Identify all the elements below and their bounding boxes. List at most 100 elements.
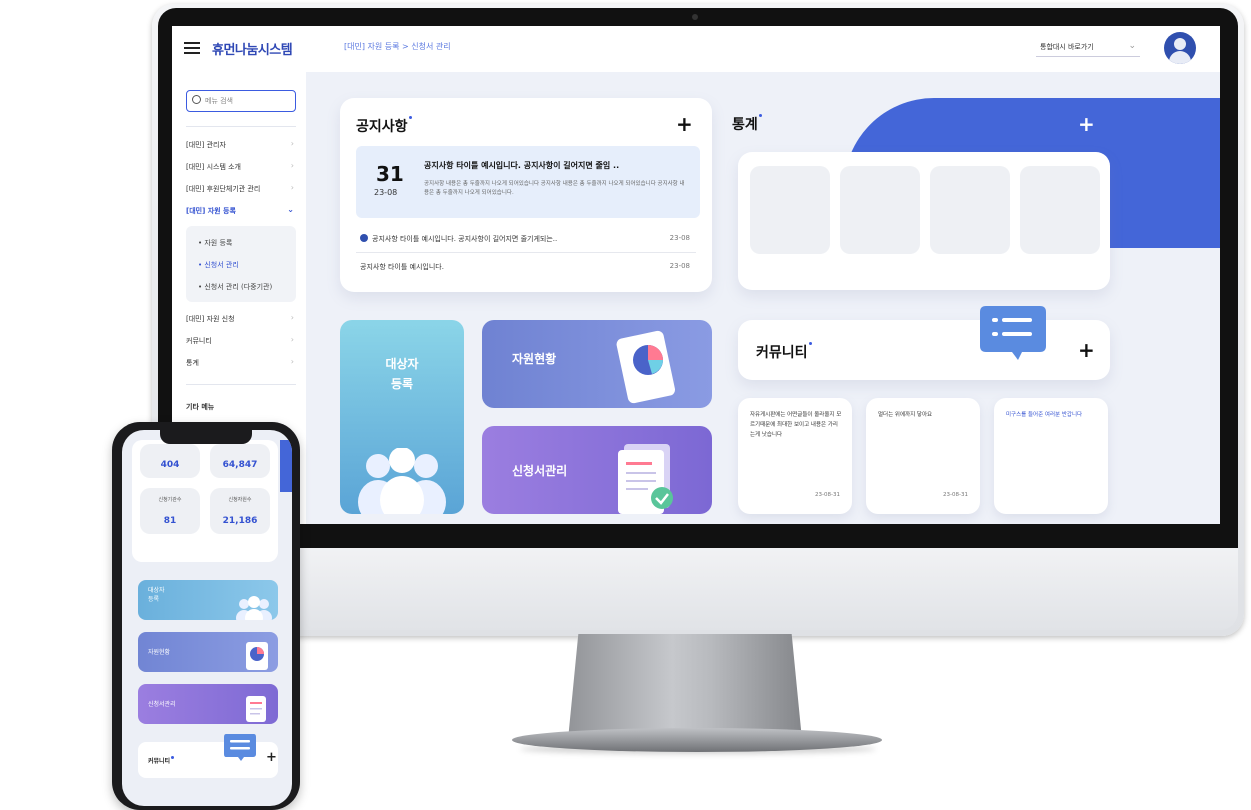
phone-applications-tile[interactable]: 신청서관리 bbox=[138, 684, 278, 724]
stats-plus-icon[interactable]: + bbox=[1078, 112, 1095, 136]
dashboard-shortcut-select[interactable]: 통합대시 바로가기 ⌄ bbox=[1036, 37, 1140, 57]
resources-tile[interactable]: 자원현황 bbox=[482, 320, 712, 408]
top-header: 휴먼나눔시스템 [대민] 자원 등록 > 신청서 관리 통합대시 바로가기 ⌄ bbox=[172, 26, 1220, 72]
phone-stat-value: 21,186 bbox=[222, 516, 258, 526]
phone-stat-box bbox=[140, 488, 200, 534]
post-text: 자유게시판에는 어떤글들이 올라올지 모르기때문에 최대한 보이고 내용은 가리… bbox=[750, 412, 842, 438]
community-card: 커뮤니티 + bbox=[738, 320, 1110, 380]
chevron-right-icon: › bbox=[290, 313, 294, 322]
stats-card bbox=[738, 152, 1110, 290]
notice-day: 31 bbox=[376, 162, 404, 186]
chevron-right-icon: › bbox=[290, 183, 294, 192]
people-icon bbox=[236, 596, 272, 620]
stat-box bbox=[840, 166, 920, 254]
community-post[interactable]: 멀더는 위에까지 닿아요 23-08-31 bbox=[866, 398, 980, 514]
add-community-plus-icon[interactable]: + bbox=[1078, 338, 1095, 362]
notice-year-month: 23-08 bbox=[374, 188, 398, 197]
sidebar-item-intro[interactable]: [대민] 시스템 소개 › bbox=[186, 161, 296, 176]
sidebar-item-resource-reg[interactable]: [대민] 자원 등록 ⌄ bbox=[186, 205, 296, 220]
sidebar-item-resource-apply[interactable]: [대민] 자원 신청 › bbox=[186, 313, 296, 328]
desktop-screen: 휴먼나눔시스템 [대민] 자원 등록 > 신청서 관리 통합대시 바로가기 ⌄ … bbox=[172, 26, 1220, 524]
post-date: 23-08-31 bbox=[815, 492, 840, 498]
notice-row[interactable]: 공지사항 타이틀 예시입니다. 23-08 bbox=[360, 262, 690, 272]
phone-stat-value: 64,847 bbox=[222, 460, 258, 470]
stat-box bbox=[1020, 166, 1100, 254]
stat-box bbox=[930, 166, 1010, 254]
target-register-tile[interactable]: 대상자 등록 bbox=[340, 320, 464, 514]
community-post[interactable]: 미구스를 들어준 여러분 반갑니다 bbox=[994, 398, 1108, 514]
chevron-right-icon: › bbox=[290, 139, 294, 148]
phone-stat-label: 신청자원수 bbox=[228, 497, 252, 503]
community-title: 커뮤니티 bbox=[756, 342, 812, 362]
monitor-stand-neck bbox=[568, 634, 802, 738]
post-text: 멀더는 위에까지 닿아요 bbox=[878, 412, 933, 418]
phone-stat-value: 404 bbox=[160, 460, 180, 470]
chevron-down-icon: ⌄ bbox=[287, 205, 294, 214]
people-icon bbox=[358, 448, 446, 514]
phone-target-tile[interactable]: 대상자 등록 bbox=[138, 580, 278, 620]
sidebar-item-stats[interactable]: 통계 › bbox=[186, 357, 296, 372]
submenu-item-applications[interactable]: • 신청서 관리 bbox=[198, 260, 239, 270]
notice-highlight-title: 공지사항 타이틀 예시입니다. 공지사항이 길어지면 줄임 .. bbox=[424, 161, 620, 170]
notice-row[interactable]: 공지사항 타이틀 예시입니다. 공지사항이 길어지면 줄기게되는.. 23-08 bbox=[360, 234, 690, 244]
document-check-icon bbox=[618, 444, 673, 514]
add-community-plus-icon[interactable]: + bbox=[266, 750, 277, 765]
chevron-right-icon: › bbox=[290, 357, 294, 366]
phone-notch bbox=[160, 428, 252, 444]
sidebar-more-label: 기타 메뉴 bbox=[186, 403, 215, 411]
phone-stat-value: 81 bbox=[163, 516, 177, 526]
sidebar-item-sponsors[interactable]: [대민] 후원단체기관 관리 › bbox=[186, 183, 296, 198]
app-logo[interactable]: 휴먼나눔시스템 bbox=[212, 39, 293, 58]
notice-highlight-body: 공지사항 내용은 총 두줄까지 나오게 되어있습니다 공지사항 내용은 총 두줄… bbox=[424, 181, 685, 196]
phone-scroll-accent bbox=[280, 440, 292, 492]
webcam bbox=[692, 14, 698, 20]
target-register-label: 대상자 등록 bbox=[385, 357, 419, 391]
notice-highlight[interactable]: 31 23-08 공지사항 타이틀 예시입니다. 공지사항이 길어지면 줄임 .… bbox=[356, 146, 700, 218]
phone-tile-label: 대상자 등록 bbox=[148, 587, 165, 603]
divider bbox=[186, 384, 296, 385]
chevron-right-icon: › bbox=[290, 335, 294, 344]
phone-tile-label: 신청서관리 bbox=[148, 701, 176, 708]
notice-title: 공지사항 bbox=[356, 116, 412, 136]
document-chart-icon bbox=[246, 642, 268, 670]
document-check-icon bbox=[246, 696, 266, 722]
chevron-down-icon: ⌄ bbox=[1128, 41, 1136, 51]
post-text: 미구스를 들어준 여러분 반갑니다 bbox=[1006, 412, 1083, 418]
add-notice-plus-icon[interactable]: + bbox=[676, 112, 693, 136]
notice-card: 공지사항 + 31 23-08 공지사항 타이틀 예시입니다. 공지사항이 길어… bbox=[340, 98, 712, 292]
post-date: 23-08-31 bbox=[943, 492, 968, 498]
resources-label: 자원현황 bbox=[512, 352, 557, 366]
chevron-right-icon: › bbox=[290, 161, 294, 170]
search-icon bbox=[192, 95, 201, 104]
notice-bell-icon bbox=[360, 234, 368, 242]
chat-list-icon bbox=[224, 734, 256, 761]
phone-stats-card: 404 64,847 신청기관수 신청자원수 81 21,186 bbox=[132, 440, 278, 562]
document-chart-icon bbox=[616, 330, 676, 404]
hamburger-menu-icon[interactable] bbox=[184, 42, 200, 54]
menu-search-input[interactable]: 메뉴 검색 bbox=[186, 90, 296, 112]
sidebar-item-community[interactable]: 커뮤니티 › bbox=[186, 335, 296, 350]
user-avatar[interactable] bbox=[1164, 32, 1196, 64]
divider bbox=[356, 252, 696, 253]
search-placeholder: 메뉴 검색 bbox=[205, 97, 233, 105]
phone-resources-tile[interactable]: 자원현황 bbox=[138, 632, 278, 672]
submenu-item-applications-multi[interactable]: • 신청서 관리 (다중기관) bbox=[198, 282, 272, 292]
divider bbox=[186, 126, 296, 127]
monitor-chin bbox=[158, 548, 1238, 630]
breadcrumb: [대민] 자원 등록 > 신청서 관리 bbox=[344, 42, 451, 51]
submenu-item-resource[interactable]: • 자원 등록 bbox=[198, 238, 232, 248]
applications-tile[interactable]: 신청서관리 bbox=[482, 426, 712, 514]
community-post[interactable]: 자유게시판에는 어떤글들이 올라올지 모르기때문에 최대한 보이고 내용은 가리… bbox=[738, 398, 852, 514]
dashboard-shortcut-label: 통합대시 바로가기 bbox=[1040, 43, 1094, 51]
phone-community-title: 커뮤니티 bbox=[148, 756, 175, 765]
phone-screen: 404 64,847 신청기관수 신청자원수 81 21,186 대상자 등록 … bbox=[122, 430, 292, 806]
phone-tile-label: 자원현황 bbox=[148, 649, 171, 656]
sidebar-item-admin[interactable]: [대민] 관리자 › bbox=[186, 139, 296, 154]
monitor-stand-base bbox=[512, 728, 882, 752]
applications-label: 신청서관리 bbox=[512, 464, 568, 478]
chat-list-icon bbox=[980, 306, 1046, 360]
stat-box bbox=[750, 166, 830, 254]
phone-stat-box bbox=[210, 488, 270, 534]
phone-stat-label: 신청기관수 bbox=[158, 497, 182, 503]
stats-title: 통계 bbox=[732, 114, 762, 134]
